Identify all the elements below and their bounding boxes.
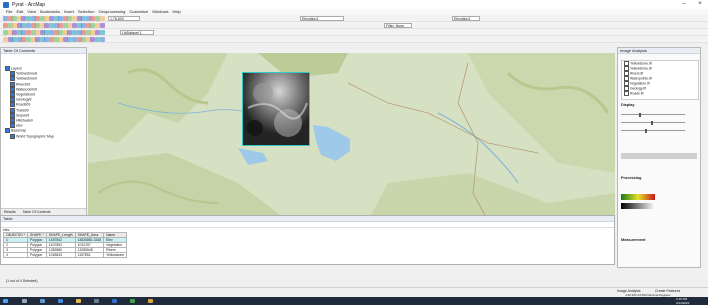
layer-combo[interactable]: Elevation1 [300,16,344,21]
app-icon [3,2,9,8]
clock-date: 3/14/2023 [676,301,690,305]
toolbar-analysis [0,36,708,43]
image-layer-label: Roads.tif [630,91,644,96]
map-view[interactable] [88,53,615,221]
toc-layer-label: Hillshade9 [16,118,33,123]
image-layer-label: Geology.tif [630,86,646,91]
toc-layer-label: Roads09 [16,102,31,107]
table-body: 1 Polygon 1487842 14826881.3345 Elev 2 Polygon… [2,237,128,258]
table-cell: Polygon [27,252,47,258]
display-label: Display [621,103,635,107]
contrast-slider[interactable] [621,112,685,117]
toc-layer-label: Waterpoints9 [16,87,38,92]
table-cell: 14826881.3345 [74,237,105,243]
mail-icon[interactable] [112,299,117,303]
color-ramp[interactable] [621,194,655,200]
image-analysis-panel: Image Analysis Yellowstone.tif Yellowston… [617,47,701,268]
elevation-raster[interactable] [242,72,310,146]
toc-layer-label: Rivers09 [16,82,31,87]
toc-layer-label: elev [16,123,23,128]
toc-layer-label: Slope09 [16,113,30,118]
image-layer-item[interactable]: Roads.tif [622,91,698,96]
tab-toc[interactable]: Table Of Contents [20,210,54,214]
title-bar: Pyrat - ArcMap – × [0,0,708,9]
snap-combo[interactable]: Elevation1 [452,16,480,21]
table-cell: 4 [2,252,29,258]
image-layer-label: Yellowstone.tif [630,61,652,66]
image-layer-checkbox[interactable] [624,91,629,96]
table-footer: (1 out of 4 Selected) [0,278,615,284]
column-header[interactable]: SHAPE * [27,232,47,238]
edge-icon[interactable] [58,299,63,303]
image-layer-label: Rivers.tif [630,71,644,76]
grayscale-ramp[interactable] [621,203,655,209]
stretch-combo[interactable] [621,153,697,159]
contrast-knob[interactable] [639,112,641,117]
image-layer-label: Yellowstone.tif [630,66,652,71]
toc-layer-label: Geology9 [16,97,32,102]
column-header[interactable]: OBJECTID * [2,232,29,238]
layer-list: Yellowstone.tif Yellowstone.tif Rivers.tif… [621,60,699,100]
tool-button-icon[interactable] [99,23,105,28]
scale-combo[interactable]: 1:78,829 [108,16,140,21]
toc-panel: Table Of Contents Layers Yellowstone8 Yell… [0,47,87,216]
image-analysis-title: Image Analysis [618,48,700,54]
minimize-icon[interactable]: – [680,1,688,8]
gamma-knob[interactable] [645,128,647,133]
status-bar: Image Analysis Create Features -110.333 … [0,287,708,297]
table-header: OBJECTID * SHAPE * SHAPE_Length SHAPE_Area N… [2,232,128,238]
toolbar-tools: Filter: None [0,22,708,29]
toc-title: Table Of Contents [1,48,86,54]
table-cell: 1045633 [45,252,76,258]
brightness-slider[interactable] [621,120,685,125]
taskbar: 2:15 PM 3/14/2023 [0,297,708,305]
measurement-label: Measurement [621,238,646,242]
data-grid: OBJECTID * SHAPE * SHAPE_Length SHAPE_Area N… [2,232,128,258]
toc-layer-label: Yellowstone8 [16,71,38,76]
brightness-knob[interactable] [651,120,653,125]
toc-layer-label: Trails09 [16,108,29,113]
tab-results[interactable]: Results [1,210,19,214]
toc-layer-label: World Topographic Map [16,134,54,139]
raster-image [243,73,309,145]
windows-start-icon[interactable] [3,299,8,303]
dataset-combo[interactable]: LibDataset 1 [120,30,154,35]
store-icon[interactable] [94,299,99,303]
gamma-slider[interactable] [621,128,685,133]
toc-layer-item[interactable]: World Topographic Map [10,133,54,139]
file-explorer-icon[interactable] [76,299,81,303]
arcmap-taskbar-icon[interactable] [130,299,135,303]
table-cell: Yellowstone [103,252,128,258]
tool-button-icon[interactable] [99,16,105,21]
toc-layer-label: Basemap [11,128,27,133]
toolbar-standard: 1:78,829 Elevation1 Elevation1 [0,15,708,22]
basemap-terrain [88,53,615,221]
attribute-table: Table elev OBJECTID * SHAPE * SHAPE_Length… [0,215,615,265]
filter-combo[interactable]: Filter: None [384,23,412,28]
image-layer-label: Waterpoints.tif [630,76,652,81]
layer-checkbox[interactable] [10,133,15,139]
selected-count: (1 out of 4 Selected) [6,279,38,283]
table-cell: 1157891 [74,252,105,258]
close-icon[interactable]: × [696,1,704,8]
toc-layer-label: Yellowstone9 [16,76,38,81]
task-view-icon[interactable] [40,299,45,303]
search-icon[interactable] [22,299,27,303]
toc-layer-label: Vegetation9 [16,92,35,97]
toc-layer-label: Layers [11,66,22,71]
window-title: Pyrat - ArcMap [12,2,46,8]
column-header[interactable]: SHAPE_Length [45,232,76,238]
table-row[interactable]: 4 Polygon 1045633 1157891 Yellowstone [2,252,128,258]
tool-button-icon[interactable] [99,30,105,35]
image-layer-label: Vegetation.tif [630,81,650,86]
tool-button-icon[interactable] [99,37,105,42]
processing-label: Processing [621,176,642,180]
toolbar-editor: LibDataset 1 [0,29,708,36]
arcgis-taskbar-icon[interactable] [148,299,153,303]
